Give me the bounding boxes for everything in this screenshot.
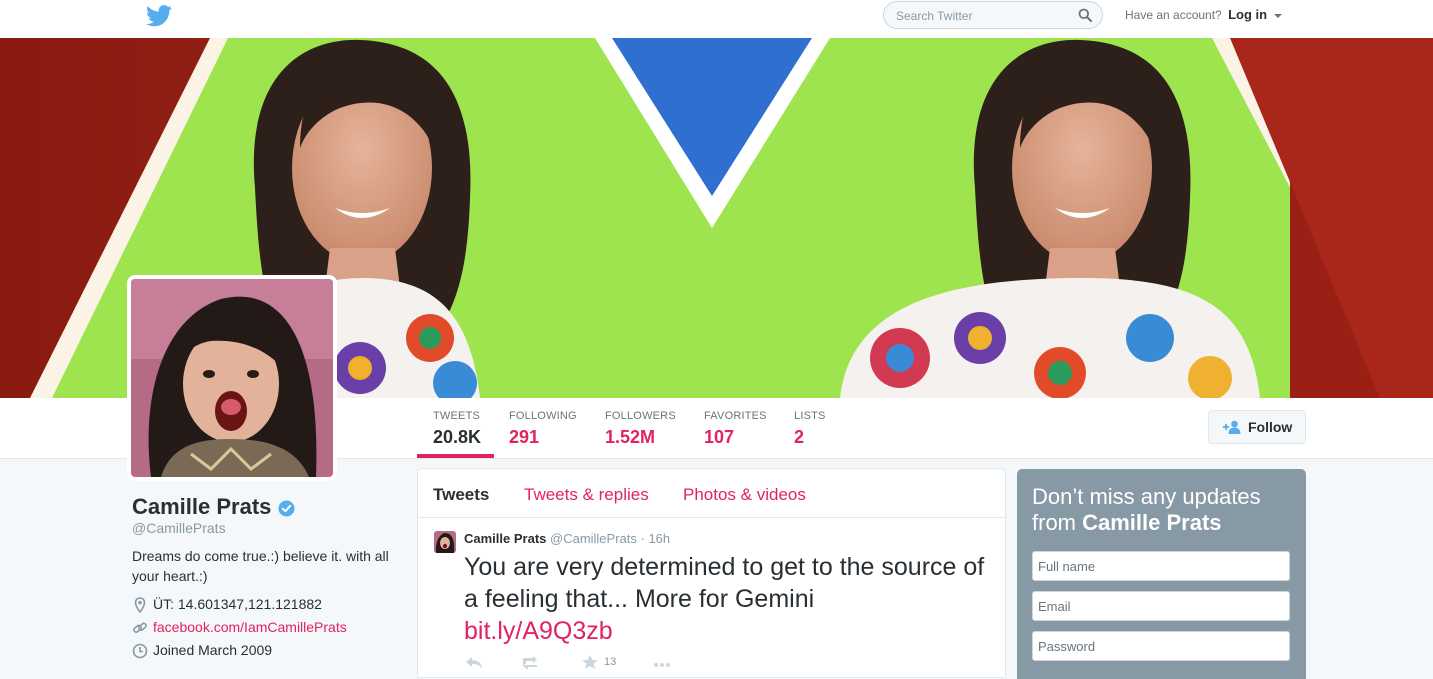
calendar-icon xyxy=(132,643,148,659)
tweet-avatar-photo xyxy=(434,531,456,553)
tab-tweets-replies[interactable]: Tweets & replies xyxy=(524,485,649,505)
verified-icon xyxy=(278,500,295,517)
stat-value: 2 xyxy=(794,427,805,447)
avatar-photo xyxy=(131,279,333,477)
tweet-time[interactable]: · 16h xyxy=(641,531,671,546)
tweet-link[interactable]: bit.ly/A9Q3zb xyxy=(464,615,994,647)
signup-headline-name: Camille Prats xyxy=(1082,510,1222,535)
stat-tweets[interactable]: TWEETS 20.8K xyxy=(417,410,494,458)
search-icon[interactable] xyxy=(1078,8,1092,22)
follow-label: Follow xyxy=(1248,419,1293,435)
profile-avatar[interactable] xyxy=(127,275,337,481)
fullname-field[interactable] xyxy=(1032,551,1290,581)
tab-tweets[interactable]: Tweets xyxy=(433,485,489,505)
stat-label: FAVORITES xyxy=(704,410,767,422)
more-icon[interactable] xyxy=(652,655,672,669)
tweet-author-name[interactable]: Camille Prats xyxy=(464,531,546,546)
top-bar: Have an account? Log in xyxy=(0,0,1433,39)
stat-value: 1.52M xyxy=(605,427,656,447)
profile-joined: Joined March 2009 xyxy=(132,642,273,659)
stat-label: FOLLOWING xyxy=(509,410,577,422)
stat-value: 20.8K xyxy=(433,427,482,447)
account-prompt: Have an account? xyxy=(1125,8,1222,22)
location-text: ÜT: 14.601347,121.121882 xyxy=(153,596,322,612)
email-field[interactable] xyxy=(1032,591,1290,621)
stat-value: 291 xyxy=(509,427,540,447)
stat-favorites[interactable]: FAVORITES 107 xyxy=(704,410,767,458)
twitter-bird-icon[interactable] xyxy=(146,5,172,27)
stat-label: LISTS xyxy=(794,410,826,422)
stat-lists[interactable]: LISTS 2 xyxy=(794,410,826,458)
favorite-count: 13 xyxy=(604,656,617,668)
search-input[interactable] xyxy=(894,6,1073,26)
search-box xyxy=(883,1,1103,29)
tweet-body: You are very determined to get to the so… xyxy=(464,553,985,613)
stat-label: FOLLOWERS xyxy=(605,410,676,422)
stat-label: TWEETS xyxy=(433,410,481,422)
signup-card: Don’t miss any updates from Camille Prat… xyxy=(1017,469,1306,679)
timeline-tabs: Tweets Tweets & replies Photos & videos xyxy=(418,469,1005,518)
location-icon xyxy=(134,597,146,613)
favorite-icon[interactable] xyxy=(580,655,600,669)
signup-headline: Don’t miss any updates from Camille Prat… xyxy=(1032,484,1292,536)
stat-following[interactable]: FOLLOWING 291 xyxy=(509,410,577,458)
profile-website: facebook.com/IamCamillePrats xyxy=(132,619,347,635)
login-link[interactable]: Log in xyxy=(1228,7,1267,22)
profile-handle[interactable]: @CamillePrats xyxy=(132,520,226,536)
profile-bio: Dreams do come true.:) believe it. with … xyxy=(132,548,389,584)
stat-value: 107 xyxy=(704,427,735,447)
website-link[interactable]: facebook.com/IamCamillePrats xyxy=(153,619,347,635)
stat-followers[interactable]: FOLLOWERS 1.52M xyxy=(605,410,676,458)
password-field[interactable] xyxy=(1032,631,1290,661)
tweet-text: You are very determined to get to the so… xyxy=(464,551,994,647)
profile-location: ÜT: 14.601347,121.121882 xyxy=(132,596,322,613)
reply-icon[interactable] xyxy=(464,655,484,669)
profile-name: Camille Prats xyxy=(132,494,272,519)
retweet-icon[interactable] xyxy=(520,655,540,669)
joined-text: Joined March 2009 xyxy=(153,642,273,658)
follow-user-icon xyxy=(1223,420,1241,434)
tab-photos-videos[interactable]: Photos & videos xyxy=(683,485,806,505)
account-menu: Have an account? Log in xyxy=(1125,7,1283,22)
link-icon xyxy=(133,622,147,633)
follow-button[interactable]: Follow xyxy=(1208,410,1306,444)
tweet-header: Camille Prats @CamillePrats · 16h xyxy=(464,531,670,546)
tweet-avatar[interactable] xyxy=(434,531,456,553)
chevron-down-icon[interactable] xyxy=(1274,13,1283,18)
tweet-author-handle[interactable]: @CamillePrats xyxy=(550,531,637,546)
timeline: Tweets Tweets & replies Photos & videos … xyxy=(417,468,1006,678)
